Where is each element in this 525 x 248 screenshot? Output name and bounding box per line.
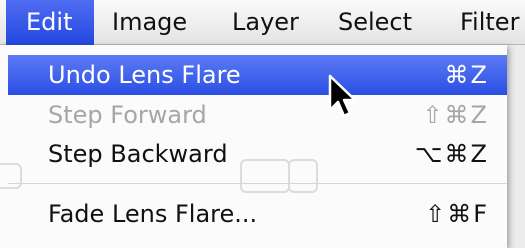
menubar-layer[interactable]: Layer (232, 0, 299, 45)
arrow-cursor-icon (328, 74, 357, 118)
menu-item-step-forward: Step Forward ⇧⌘Z (8, 95, 507, 135)
menu-item-shortcut: ⇧⌘Z (422, 101, 489, 129)
menubar-filter[interactable]: Filter (460, 0, 519, 45)
menu-item-shortcut: ⌥⌘Z (414, 140, 489, 168)
menubar-edit[interactable]: Edit (6, 0, 94, 45)
menu-item-label: Undo Lens Flare (48, 61, 241, 89)
edit-menu-dropdown: Undo Lens Flare ⌘Z Step Forward ⇧⌘Z Step… (0, 45, 507, 248)
menu-bar: Edit Image Layer Select Filter (0, 0, 525, 45)
menu-item-label: Fade Lens Flare... (48, 200, 258, 228)
menu-separator (8, 183, 507, 184)
menu-item-fade-lens-flare[interactable]: Fade Lens Flare... ⇧⌘F (8, 194, 507, 234)
menu-item-shortcut: ⌘Z (444, 61, 489, 89)
menu-item-undo-lens-flare[interactable]: Undo Lens Flare ⌘Z (8, 55, 507, 95)
menu-item-step-backward[interactable]: Step Backward ⌥⌘Z (8, 134, 507, 174)
menu-item-label: Step Forward (48, 101, 207, 129)
menu-item-shortcut: ⇧⌘F (425, 200, 489, 228)
menubar-image[interactable]: Image (112, 0, 187, 45)
menu-item-label: Step Backward (48, 140, 228, 168)
menubar-select[interactable]: Select (338, 0, 412, 45)
